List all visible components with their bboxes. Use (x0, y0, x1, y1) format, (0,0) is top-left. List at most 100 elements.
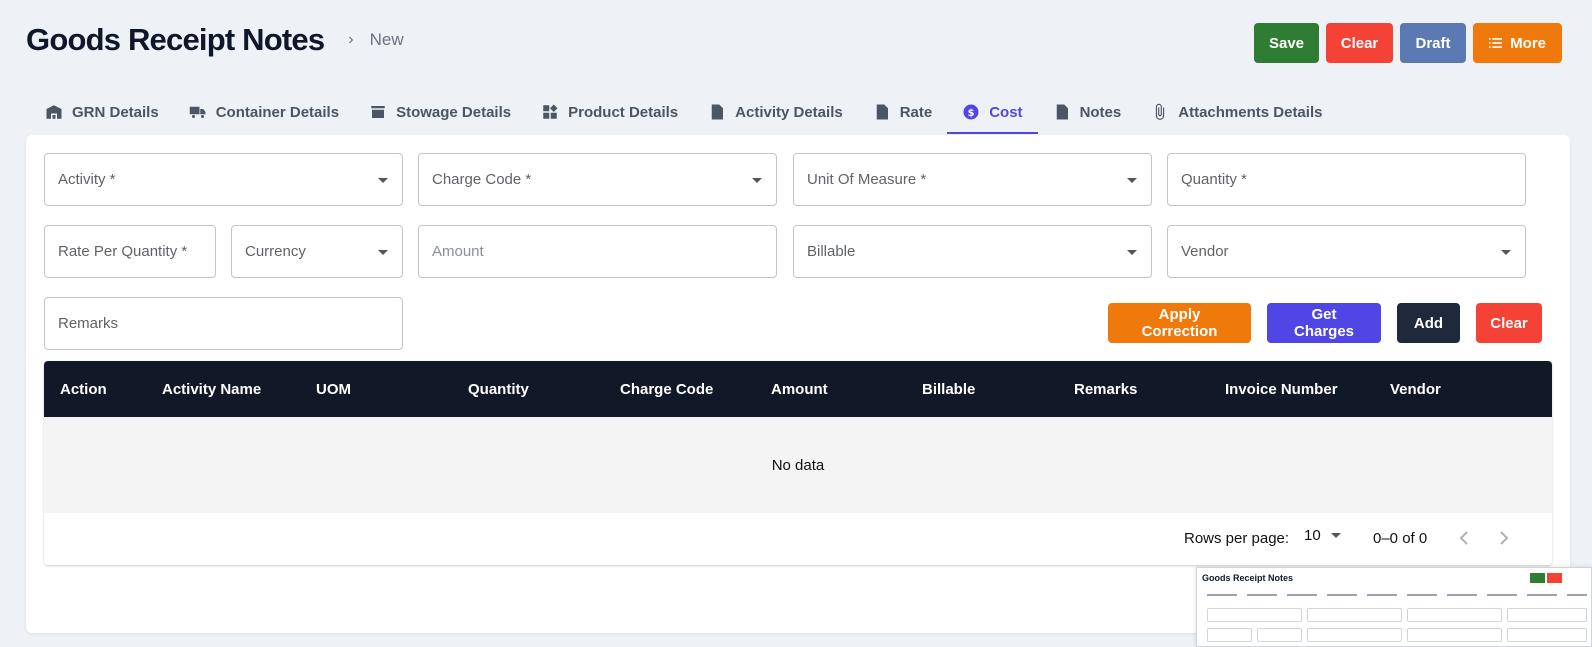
charge-code-label: Charge Code * (432, 171, 532, 188)
more-button[interactable]: More (1473, 23, 1562, 63)
tab-container-details[interactable]: Container Details (174, 90, 354, 134)
activity-select[interactable]: Activity * (44, 153, 403, 206)
column-header-charge-code[interactable]: Charge Code (620, 361, 713, 417)
preview-field (1507, 628, 1587, 642)
page-title: Goods Receipt Notes (26, 22, 325, 57)
chevron-down-icon (752, 178, 762, 183)
chevron-down-icon (1501, 250, 1511, 255)
dollar-circle-icon: $ (963, 104, 979, 120)
tab-rate[interactable]: Rate (858, 90, 948, 134)
quantity-label: Quantity * (1181, 171, 1247, 188)
rows-per-page-label: Rows per page: (1184, 530, 1290, 547)
chevron-down-icon (378, 250, 388, 255)
add-button[interactable]: Add (1397, 303, 1460, 343)
preview-field (1407, 628, 1502, 642)
cost-table: Action Activity Name UOM Quantity Charge… (44, 361, 1552, 565)
tab-label: Product Details (568, 103, 679, 121)
chevron-right-icon (1500, 531, 1509, 545)
warehouse-icon (46, 105, 62, 119)
vendor-select[interactable]: Vendor (1167, 225, 1526, 278)
column-header-quantity[interactable]: Quantity (468, 361, 529, 417)
chevron-left-icon (1459, 531, 1468, 545)
quantity-input[interactable]: Quantity * (1167, 153, 1526, 206)
more-button-label: More (1510, 34, 1546, 52)
list-icon (1489, 38, 1503, 48)
truck-icon (189, 106, 206, 118)
previous-page-button[interactable] (1452, 526, 1476, 550)
tab-label: Rate (899, 103, 933, 121)
top-actions: Save Clear Draft More (1254, 23, 1562, 63)
tab-label: Cost (989, 103, 1023, 121)
file-chart-icon (711, 104, 724, 120)
rows-per-page-select[interactable]: 10 (1304, 527, 1341, 544)
billable-select[interactable]: Billable (793, 225, 1152, 278)
clear-button[interactable]: Clear (1326, 23, 1393, 63)
column-header-action[interactable]: Action (60, 361, 107, 417)
apply-correction-button[interactable]: Apply Correction (1108, 303, 1251, 343)
preview-tab-bar (1207, 594, 1587, 596)
preview-field (1307, 628, 1402, 642)
preview-field (1307, 608, 1402, 622)
pagination-range: 0–0 of 0 (1373, 530, 1428, 547)
tab-activity-details[interactable]: Activity Details (693, 90, 858, 134)
uom-select[interactable]: Unit Of Measure * (793, 153, 1152, 206)
chevron-down-icon (1127, 178, 1137, 183)
save-button[interactable]: Save (1254, 23, 1319, 63)
tab-notes[interactable]: Notes (1038, 90, 1137, 134)
rows-per-page-value: 10 (1304, 527, 1321, 544)
document-icon (1056, 104, 1068, 120)
get-charges-button[interactable]: Get Charges (1267, 303, 1381, 343)
page-preview-thumbnail[interactable]: Goods Receipt Notes (1196, 567, 1592, 647)
tab-label: Attachments Details (1178, 103, 1323, 121)
clear-form-button[interactable]: Clear (1476, 303, 1542, 343)
preview-title: Goods Receipt Notes (1202, 573, 1294, 583)
tab-product-details[interactable]: Product Details (526, 90, 693, 134)
breadcrumb-separator-icon: › (348, 31, 354, 48)
column-header-vendor[interactable]: Vendor (1390, 361, 1441, 417)
activity-label: Activity * (58, 171, 116, 188)
currency-select[interactable]: Currency (231, 225, 403, 278)
preview-field (1207, 628, 1252, 642)
remarks-label: Remarks (58, 315, 119, 332)
draft-button[interactable]: Draft (1400, 23, 1466, 63)
table-header: Action Activity Name UOM Quantity Charge… (44, 361, 1552, 417)
column-header-invoice-number[interactable]: Invoice Number (1225, 361, 1338, 417)
preview-clear-button (1547, 573, 1562, 583)
chevron-down-icon (1127, 250, 1137, 255)
preview-save-button (1530, 573, 1545, 583)
tab-label: Activity Details (735, 103, 843, 121)
store-icon (371, 106, 385, 118)
charge-code-select[interactable]: Charge Code * (418, 153, 777, 206)
paperclip-icon (1156, 103, 1165, 120)
next-page-button[interactable] (1492, 526, 1516, 550)
tab-grn-details[interactable]: GRN Details (30, 90, 174, 134)
rate-per-quantity-label: Rate Per Quantity * (58, 243, 188, 260)
empty-state: No data (44, 417, 1552, 513)
column-header-amount[interactable]: Amount (771, 361, 828, 417)
column-header-uom[interactable]: UOM (316, 361, 351, 417)
page-header: Goods Receipt Notes › New (26, 22, 404, 58)
column-header-activity-name[interactable]: Activity Name (162, 361, 261, 417)
column-header-remarks[interactable]: Remarks (1074, 361, 1137, 417)
chevron-down-icon (1330, 533, 1341, 538)
chevron-down-icon (378, 178, 388, 183)
vendor-label: Vendor (1181, 243, 1229, 260)
rate-per-quantity-input[interactable]: Rate Per Quantity * (44, 225, 216, 278)
amount-placeholder: Amount (432, 243, 484, 260)
preview-field (1507, 608, 1587, 622)
tab-label: Stowage Details (396, 103, 512, 121)
tab-label: Notes (1079, 103, 1122, 121)
uom-label: Unit Of Measure * (807, 171, 927, 188)
widgets-icon (543, 104, 558, 119)
amount-input[interactable]: Amount (418, 225, 777, 278)
billable-label: Billable (807, 243, 856, 260)
breadcrumb-current: New (369, 30, 404, 49)
column-header-billable[interactable]: Billable (922, 361, 975, 417)
remarks-input[interactable]: Remarks (44, 297, 403, 350)
tab-cost[interactable]: $ Cost (947, 90, 1038, 134)
tab-stowage-details[interactable]: Stowage Details (354, 90, 526, 134)
tab-attachments-details[interactable]: Attachments Details (1136, 90, 1337, 134)
cost-form-card: Activity * Charge Code * Unit Of Measure… (26, 135, 1570, 633)
preview-field (1207, 608, 1302, 622)
tab-bar: GRN Details Container Details Stowage De… (30, 90, 1337, 134)
